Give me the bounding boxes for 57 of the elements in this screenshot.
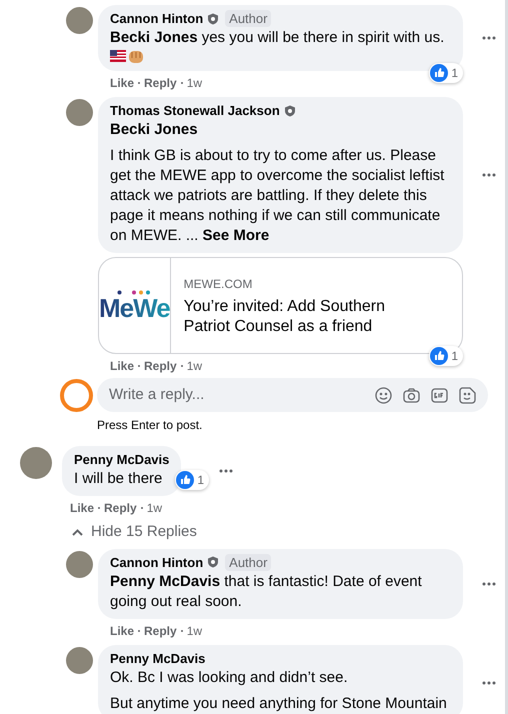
- comment-text: I will be there: [74, 469, 164, 489]
- author-name[interactable]: Penny McDavis: [110, 650, 206, 666]
- author-name[interactable]: Cannon Hinton: [110, 10, 204, 27]
- comment-text: But anytime you need anything for Stone Mountain: [110, 694, 448, 714]
- thumbs-up-icon: [176, 471, 194, 489]
- timestamp: 1w: [146, 500, 162, 517]
- comment-text: Becki Jones yes you will be there in spirit with us.: [110, 28, 446, 48]
- avatar[interactable]: [20, 447, 52, 479]
- avatar[interactable]: [66, 7, 93, 34]
- comment-text: Becki Jones: [110, 120, 199, 140]
- reply-link[interactable]: Reply: [104, 499, 137, 517]
- like-link[interactable]: Like: [70, 499, 94, 517]
- comment-text: Penny McDavis that is fantastic! Date of event going out real soon.: [110, 572, 423, 612]
- more-options-icon[interactable]: [219, 469, 234, 473]
- hint-text: Press Enter to post.: [97, 417, 202, 434]
- reply-link[interactable]: Reply: [144, 357, 177, 375]
- hide-replies-button[interactable]: Hide 15 Replies: [72, 521, 197, 544]
- reply-link[interactable]: Reply: [144, 74, 177, 92]
- chevron-icon: [72, 528, 83, 536]
- reply-input[interactable]: Write a reply...: [109, 384, 375, 406]
- like-link[interactable]: Like: [110, 357, 134, 375]
- emoji-icon[interactable]: [375, 386, 392, 404]
- gif-icon[interactable]: [431, 388, 448, 402]
- more-options-icon[interactable]: [482, 680, 496, 684]
- reaction-count[interactable]: 1: [429, 63, 463, 83]
- reaction-count[interactable]: 1: [175, 470, 210, 490]
- flag-icon: [110, 50, 126, 62]
- link-title: You’re invited: Add Southern Patriot Counsel as a friend: [184, 296, 386, 336]
- like-link[interactable]: Like: [110, 622, 134, 640]
- profile-ring: [60, 378, 93, 412]
- sticker-icon[interactable]: [459, 386, 476, 404]
- more-options-icon[interactable]: [482, 36, 496, 40]
- author-badge: Author: [225, 10, 272, 27]
- fist-icon: [128, 50, 144, 64]
- reply-link[interactable]: Reply: [144, 622, 177, 640]
- camera-icon[interactable]: [403, 388, 420, 402]
- timestamp: 1w: [186, 358, 202, 375]
- avatar[interactable]: [66, 99, 93, 126]
- link-domain: MEWE.COM: [184, 276, 254, 292]
- more-options-icon[interactable]: [482, 582, 496, 586]
- author-name[interactable]: Penny McDavis: [74, 451, 170, 468]
- timestamp: 1w: [186, 75, 202, 92]
- reaction-count[interactable]: 1: [429, 346, 463, 366]
- author-badge: Author: [225, 554, 272, 570]
- avatar[interactable]: [66, 550, 93, 578]
- author-name[interactable]: Thomas Stonewall Jackson: [110, 102, 280, 119]
- timestamp: 1w: [186, 622, 202, 640]
- dots-icon: [117, 290, 152, 295]
- avatar[interactable]: [66, 646, 93, 674]
- like-link[interactable]: Like: [110, 74, 134, 92]
- reply-bar[interactable]: Write a reply...: [97, 378, 488, 412]
- comment-text: I think GB is about to try to come after us. Please get the MEWE app to overcome the socialist leftist attack we patriots are battling. If they delete this page it means nothing if we can still communicate on MEWE. ... See More: [110, 146, 446, 246]
- thumbs-up-icon: [430, 347, 448, 365]
- more-options-icon[interactable]: [482, 173, 496, 177]
- comment-text: Ok. Bc I was looking and didn’t see.: [110, 668, 349, 688]
- thumbs-up-icon: [430, 64, 448, 82]
- author-name[interactable]: Cannon Hinton: [110, 554, 204, 570]
